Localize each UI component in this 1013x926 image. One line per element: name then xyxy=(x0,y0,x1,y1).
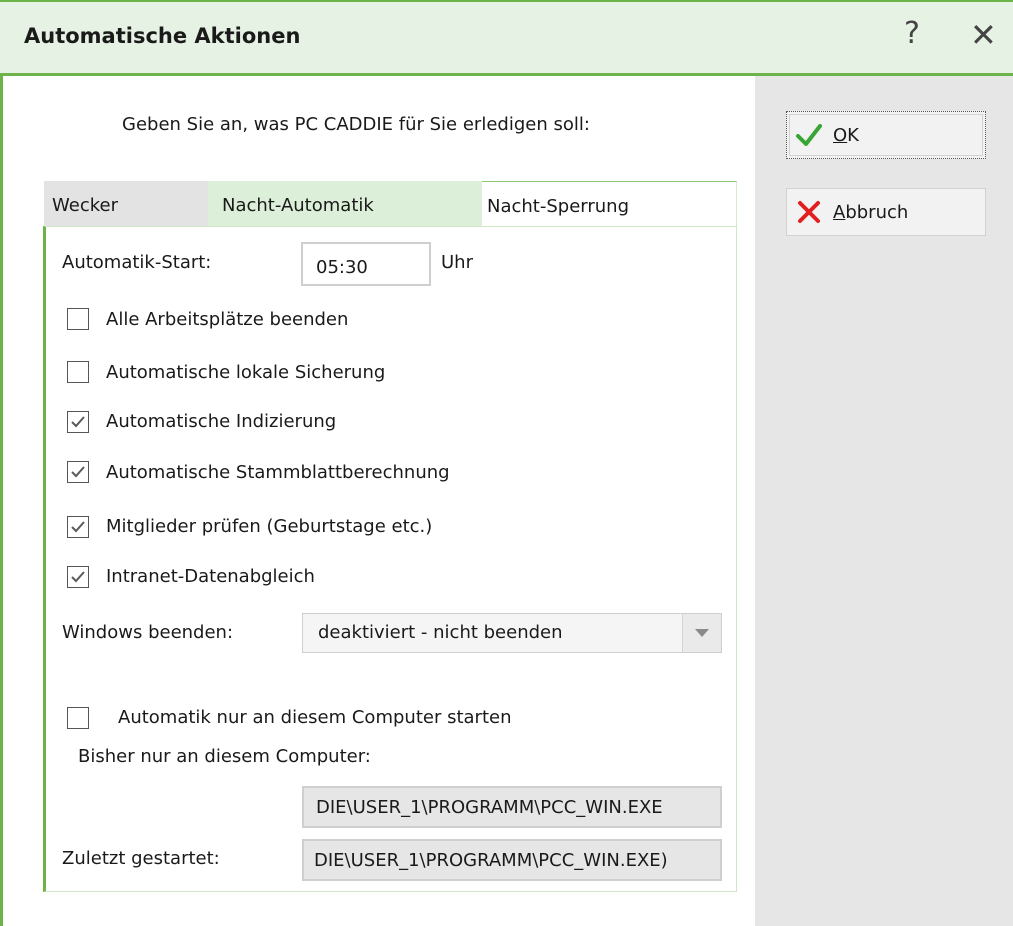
start-time-input[interactable]: 05:30 xyxy=(301,242,431,286)
checkbox-label: Automatische Indizierung xyxy=(106,411,337,432)
checkmark-icon xyxy=(71,521,85,533)
last-started-value: DIE\USER_1\PROGRAMM\PCC_WIN.EXE) xyxy=(314,850,668,871)
tab-wecker[interactable]: Wecker xyxy=(44,181,208,227)
window-left-border xyxy=(0,76,3,926)
checkbox-label: Alle Arbeitsplätze beenden xyxy=(106,309,349,330)
start-time-label: Automatik-Start: xyxy=(62,252,212,273)
checkbox-label: Mitglieder prüfen (Geburtstage etc.) xyxy=(106,516,433,537)
x-icon xyxy=(798,201,820,223)
tab-nacht-sperrung[interactable]: Nacht-Sperrung xyxy=(482,181,737,227)
checkbox-nur-dieser-computer[interactable] xyxy=(67,707,89,729)
checkmark-icon xyxy=(71,416,85,428)
checkmark-icon xyxy=(71,466,85,478)
checkbox-lokale-sicherung[interactable] xyxy=(67,361,89,383)
previous-computer-label: Bisher nur an diesem Computer: xyxy=(78,746,371,767)
cancel-button-label: Abbruch xyxy=(833,202,909,223)
checkbox-label: Automatische Stammblattberechnung xyxy=(106,462,450,483)
checkbox-stammblattberechnung[interactable] xyxy=(67,461,89,483)
previous-computer-value: DIE\USER_1\PROGRAMM\PCC_WIN.EXE xyxy=(316,797,663,818)
last-started-field: DIE\USER_1\PROGRAMM\PCC_WIN.EXE) xyxy=(302,839,722,881)
shutdown-select[interactable]: deaktiviert - nicht beenden xyxy=(302,613,722,653)
checkbox-label: Automatische lokale Sicherung xyxy=(106,362,386,383)
tab-bar: Wecker Nacht-Automatik Nacht-Sperrung xyxy=(44,181,737,227)
checkbox-intranet-datenabgleich[interactable] xyxy=(67,566,89,588)
dialog-title: Automatische Aktionen xyxy=(24,24,301,48)
chevron-down-icon xyxy=(695,629,709,637)
tab-nacht-automatik[interactable]: Nacht-Automatik xyxy=(208,181,482,227)
checkbox-indizierung[interactable] xyxy=(67,411,89,433)
checkbox-mitglieder-pruefen[interactable] xyxy=(67,516,89,538)
start-time-unit: Uhr xyxy=(441,252,473,273)
dropdown-arrow-button[interactable] xyxy=(682,614,721,652)
instruction-text: Geben Sie an, was PC CADDIE für Sie erle… xyxy=(122,114,590,135)
check-icon xyxy=(796,124,822,146)
shutdown-selected-value: deaktiviert - nicht beenden xyxy=(318,622,563,643)
ok-button-label: OK xyxy=(833,125,859,146)
shutdown-label: Windows beenden: xyxy=(62,622,234,643)
checkbox-label: Automatik nur an diesem Computer starten xyxy=(118,707,512,728)
help-icon[interactable]: ? xyxy=(904,16,920,51)
last-started-label: Zuletzt gestartet: xyxy=(62,848,220,869)
checkbox-alle-arbeitsplaetze[interactable] xyxy=(67,308,89,330)
close-icon[interactable]: ✕ xyxy=(970,16,997,54)
previous-computer-field: DIE\USER_1\PROGRAMM\PCC_WIN.EXE xyxy=(302,786,722,828)
cancel-button[interactable]: Abbruch xyxy=(786,188,986,236)
title-bar: Automatische Aktionen ? ✕ xyxy=(0,0,1013,76)
ok-button[interactable]: OK xyxy=(786,111,986,159)
checkmark-icon xyxy=(71,571,85,583)
start-time-value: 05:30 xyxy=(316,257,368,278)
checkbox-label: Intranet-Datenabgleich xyxy=(106,566,315,587)
